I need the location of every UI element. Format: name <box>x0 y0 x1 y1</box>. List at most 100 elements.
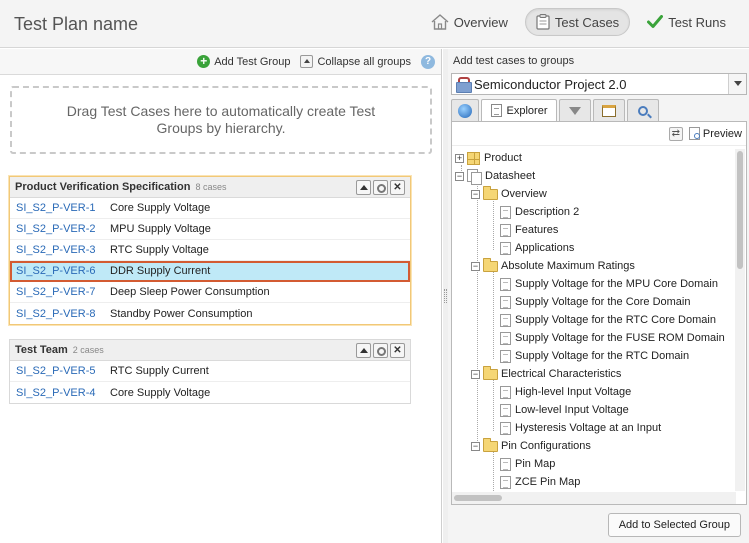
test-group[interactable]: Test Team 2 cases ✕ SI_S2_P-VER-5 RTC Su… <box>9 339 411 404</box>
tree-node-item[interactable]: Supply Voltage for the RTC Core Domain <box>500 311 716 329</box>
gear-icon[interactable] <box>373 180 388 195</box>
tree-node-label: Supply Voltage for the RTC Domain <box>515 350 690 362</box>
horizontal-scrollbar[interactable] <box>452 492 736 504</box>
collapse-node-icon[interactable]: − <box>471 261 480 271</box>
page-icon <box>500 475 511 489</box>
page-icon <box>500 295 511 309</box>
case-id[interactable]: SI_S2_P-VER-1 <box>10 202 110 214</box>
collapse-node-icon[interactable]: − <box>471 189 480 199</box>
refresh-icon[interactable]: ⇄ <box>668 126 683 141</box>
collapse-node-icon[interactable]: − <box>455 171 464 181</box>
add-test-group-label: Add Test Group <box>214 55 291 68</box>
tree-node-folder[interactable]: − Overview <box>471 185 547 203</box>
folder-icon <box>483 257 498 272</box>
scrollbar-thumb[interactable] <box>737 151 743 269</box>
document-icon <box>490 104 502 117</box>
group-name: Test Team <box>15 344 68 356</box>
tree-node-item[interactable]: Low-level Input Voltage <box>500 401 629 419</box>
page-icon <box>500 205 511 219</box>
group-header[interactable]: Product Verification Specification 8 cas… <box>10 177 410 198</box>
tab-explorer[interactable]: Explorer <box>481 99 557 121</box>
case-id[interactable]: SI_S2_P-VER-7 <box>10 286 110 298</box>
tree-line <box>477 173 478 443</box>
group-count: 8 cases <box>195 182 227 192</box>
tree-node-item[interactable]: Applications <box>500 239 574 257</box>
tree-node-item[interactable]: High-level Input Voltage <box>500 383 631 401</box>
move-up-icon[interactable] <box>356 343 371 358</box>
project-select[interactable]: Semiconductor Project 2.0 <box>451 73 747 95</box>
vertical-scrollbar[interactable] <box>735 149 745 491</box>
preview-label: Preview <box>702 127 742 140</box>
tree-node-item[interactable]: Description 2 <box>500 203 579 221</box>
datasheet-icon <box>467 169 482 185</box>
tree-node-item[interactable]: Supply Voltage for the RTC Domain <box>500 347 689 365</box>
collapse-node-icon[interactable]: − <box>471 369 480 379</box>
tree-node-item[interactable]: ZCE Pin Map <box>500 473 580 491</box>
move-up-icon[interactable] <box>356 180 371 195</box>
table-row[interactable]: SI_S2_P-VER-1 Core Supply Voltage <box>10 198 410 219</box>
table-row-selected[interactable]: SI_S2_P-VER-6 DDR Supply Current <box>10 261 410 282</box>
group-tools: ✕ <box>356 180 405 195</box>
tree-node-item[interactable]: Hysteresis Voltage at an Input <box>500 419 661 437</box>
tree-node-label: Supply Voltage for the MPU Core Domain <box>515 278 718 290</box>
page-icon <box>500 421 511 435</box>
test-groups-panel: + Add Test Group Collapse all groups ? D… <box>0 49 442 543</box>
tab-web[interactable] <box>451 99 479 121</box>
table-row[interactable]: SI_S2_P-VER-5 RTC Supply Current <box>10 361 410 382</box>
collapse-all-groups-button[interactable]: Collapse all groups <box>300 55 411 68</box>
case-id[interactable]: SI_S2_P-VER-6 <box>10 265 110 277</box>
tree-node-folder[interactable]: − Electrical Characteristics <box>471 365 621 383</box>
test-group[interactable]: Product Verification Specification 8 cas… <box>9 176 411 325</box>
tree-node-label: Supply Voltage for the RTC Core Domain <box>515 314 716 326</box>
splitter-handle[interactable] <box>444 289 447 303</box>
tree-node-product[interactable]: + Product <box>455 149 522 167</box>
collapse-node-icon[interactable]: − <box>471 441 480 451</box>
case-id[interactable]: SI_S2_P-VER-2 <box>10 223 110 235</box>
case-name: DDR Supply Current <box>110 265 211 277</box>
group-tools: ✕ <box>356 343 405 358</box>
gear-icon[interactable] <box>373 343 388 358</box>
tab-calendar[interactable] <box>593 99 625 121</box>
nav-overview[interactable]: Overview <box>420 8 519 36</box>
tree-node-item[interactable]: Pin Map <box>500 455 555 473</box>
chevron-down-icon[interactable] <box>728 74 746 94</box>
tree-node-item[interactable]: Supply Voltage for the Core Domain <box>500 293 691 311</box>
globe-icon <box>458 103 472 118</box>
nav-overview-label: Overview <box>453 14 508 30</box>
table-row[interactable]: SI_S2_P-VER-8 Standby Power Consumption <box>10 303 410 324</box>
tree-node-folder[interactable]: − Absolute Maximum Ratings <box>471 257 635 275</box>
page-icon <box>500 457 511 471</box>
tree-node-datasheet[interactable]: − Datasheet <box>455 167 535 185</box>
table-row[interactable]: SI_S2_P-VER-3 RTC Supply Voltage <box>10 240 410 261</box>
tree-node-item[interactable]: Features <box>500 221 558 239</box>
tree-node-item[interactable]: Supply Voltage for the MPU Core Domain <box>500 275 718 293</box>
preview-button[interactable]: Preview <box>688 127 742 140</box>
table-row[interactable]: SI_S2_P-VER-4 Core Supply Voltage <box>10 382 410 403</box>
table-row[interactable]: SI_S2_P-VER-7 Deep Sleep Power Consumpti… <box>10 282 410 303</box>
nav-test-runs-label: Test Runs <box>668 14 726 30</box>
help-icon[interactable]: ? <box>421 54 435 69</box>
tree-node-folder[interactable]: − Pin Configurations <box>471 437 591 455</box>
close-icon[interactable]: ✕ <box>390 180 405 195</box>
case-id[interactable]: SI_S2_P-VER-8 <box>10 308 110 320</box>
close-icon[interactable]: ✕ <box>390 343 405 358</box>
case-id[interactable]: SI_S2_P-VER-5 <box>10 365 110 377</box>
nav-test-runs[interactable]: Test Runs <box>636 8 737 36</box>
case-name: Deep Sleep Power Consumption <box>110 286 270 298</box>
tab-filter[interactable] <box>559 99 591 121</box>
add-to-selected-group-button[interactable]: Add to Selected Group <box>607 513 741 537</box>
table-row[interactable]: SI_S2_P-VER-2 MPU Supply Voltage <box>10 219 410 240</box>
group-header[interactable]: Test Team 2 cases ✕ <box>10 340 410 361</box>
case-id[interactable]: SI_S2_P-VER-3 <box>10 244 110 256</box>
tab-search[interactable] <box>627 99 659 121</box>
add-test-group-button[interactable]: + Add Test Group <box>197 55 290 68</box>
add-icon: + <box>197 55 211 68</box>
expand-icon[interactable]: + <box>455 153 464 163</box>
nav-test-cases[interactable]: Test Cases <box>524 8 631 36</box>
page-icon <box>500 313 511 327</box>
scrollbar-thumb[interactable] <box>454 495 502 501</box>
drop-zone[interactable]: Drag Test Cases here to automatically cr… <box>10 86 432 154</box>
case-id[interactable]: SI_S2_P-VER-4 <box>10 387 110 399</box>
calendar-icon <box>602 104 616 117</box>
tree-node-item[interactable]: Supply Voltage for the FUSE ROM Domain <box>500 329 725 347</box>
